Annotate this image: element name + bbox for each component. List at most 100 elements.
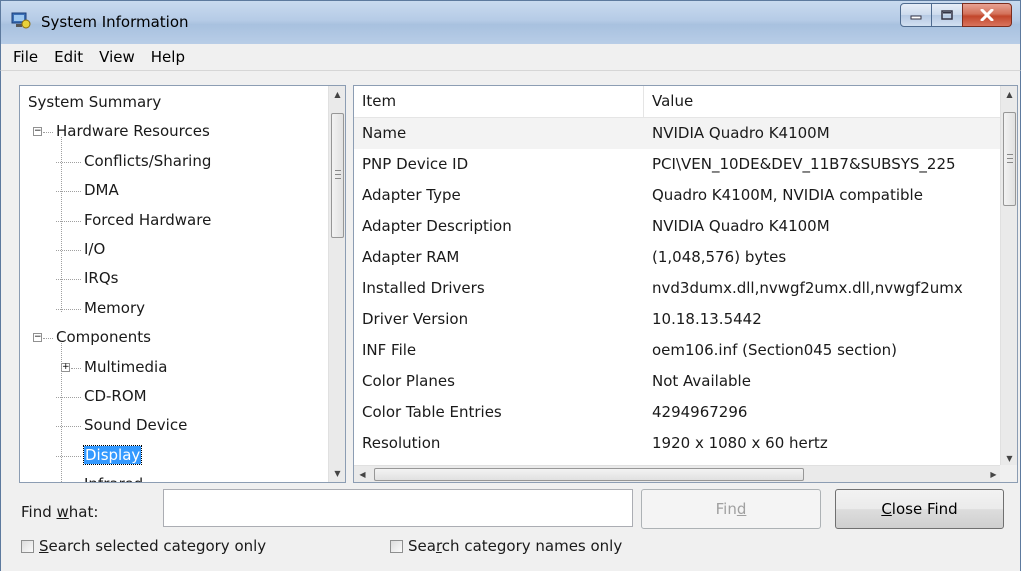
system-information-app-icon — [11, 12, 31, 29]
tree-item-label: Multimedia — [84, 357, 168, 376]
tree-item-label: Memory — [84, 298, 146, 317]
details-vertical-scrollbar[interactable]: ▲ ▼ — [1000, 86, 1017, 467]
detail-item-cell: Adapter Description — [362, 217, 512, 235]
details-horizontal-scrollbar[interactable]: ◀ ▶ — [354, 465, 1002, 482]
collapse-icon[interactable]: − — [33, 127, 42, 137]
tree-item-label: Forced Hardware — [84, 210, 212, 229]
expand-icon[interactable]: + — [61, 362, 70, 372]
detail-item-cell: Name — [362, 124, 407, 142]
search-category-names-option[interactable]: Search category names only — [390, 537, 622, 555]
detail-value-cell: Not Available — [652, 372, 751, 390]
detail-value-cell: 4294967296 — [652, 403, 748, 421]
detail-value-cell: PCI\VEN_10DE&DEV_11B7&SUBSYS_225 — [652, 155, 956, 173]
detail-row[interactable]: Color Planes Not Available — [354, 366, 1002, 397]
detail-value-cell: (1,048,576) bytes — [652, 248, 787, 266]
detail-row[interactable]: Adapter Type Quadro K4100M, NVIDIA compat… — [354, 180, 1002, 211]
detail-value-cell: nvd3dumx.dll,nvwgf2umx.dll,nvwgf2umx — [652, 279, 963, 297]
detail-item-cell: PNP Device ID — [362, 155, 469, 173]
tree-item-i-o[interactable]: I/O — [84, 239, 105, 259]
details-hscroll-thumb[interactable] — [374, 468, 804, 481]
scroll-up-icon[interactable]: ▲ — [1001, 86, 1017, 103]
detail-item-cell: Color Planes — [362, 372, 455, 390]
tree-item-label: DMA — [84, 181, 119, 200]
tree-item-memory[interactable]: Memory — [84, 298, 145, 318]
category-tree[interactable]: System Summary Hardware Resources − Conflic… — [19, 85, 346, 483]
title-bar[interactable]: System Information — [0, 0, 1021, 44]
detail-value-cell: NVIDIA Quadro K4100M — [652, 124, 830, 142]
menu-file[interactable]: File — [5, 48, 46, 66]
tree-item-label: IRQs — [84, 269, 119, 288]
tree-item-label: Hardware Resources — [56, 122, 210, 141]
details-vscroll-thumb[interactable] — [1003, 112, 1016, 206]
tree-item-display[interactable]: Display — [82, 444, 143, 465]
tree-item-cd-rom[interactable]: CD-ROM — [84, 386, 147, 406]
details-list[interactable]: Item Value Name NVIDIA Quadro K4100M PNP D… — [353, 85, 1018, 483]
maximize-icon — [941, 10, 953, 20]
detail-row[interactable]: INF File oem106.inf (Section045 section) — [354, 335, 1002, 366]
close-find-button[interactable]: Close Find — [835, 489, 1004, 529]
search-selected-category-option[interactable]: Search selected category only — [21, 537, 266, 555]
tree-item-system-summary[interactable]: System Summary — [28, 92, 161, 112]
menu-view[interactable]: View — [91, 48, 143, 66]
detail-value-cell: 1920 x 1080 x 60 hertz — [652, 434, 828, 452]
window-title: System Information — [41, 13, 189, 31]
detail-item-cell: Resolution — [362, 434, 441, 452]
detail-item-cell: Adapter RAM — [362, 248, 460, 266]
detail-row[interactable]: Driver Version 10.18.13.5442 — [354, 304, 1002, 335]
tree-scroll-thumb[interactable] — [331, 113, 344, 238]
find-button[interactable]: Fin d — [641, 489, 821, 529]
tree-item-infrared[interactable]: Infrared — [84, 474, 143, 482]
tree-vertical-scrollbar[interactable]: ▲ ▼ — [328, 86, 345, 482]
tree-item-multimedia[interactable]: Multimedia — [84, 357, 167, 377]
tree-item-irqs[interactable]: IRQs — [84, 268, 118, 288]
minimize-button[interactable] — [900, 3, 932, 27]
tree-item-label: I/O — [84, 240, 106, 258]
detail-value-cell: 10.18.13.5442 — [652, 310, 762, 328]
menu-help[interactable]: Help — [143, 48, 193, 66]
detail-row[interactable]: Adapter RAM (1,048,576) bytes — [354, 242, 1002, 273]
tree-item-label: Infrared — [84, 475, 143, 482]
scroll-down-icon[interactable]: ▼ — [329, 465, 345, 482]
menu-edit[interactable]: Edit — [46, 48, 91, 66]
tree-item-label: CD-ROM — [84, 387, 147, 405]
scroll-left-icon[interactable]: ◀ — [354, 466, 371, 482]
tree-item-conflicts-sharing[interactable]: Conflicts/Sharing — [84, 151, 211, 171]
tree-item-hardware-resources[interactable]: Hardware Resources — [56, 121, 210, 141]
close-icon — [980, 9, 994, 21]
main-area: System Summary Hardware Resources − Conflic… — [0, 71, 1021, 571]
tree-item-dma[interactable]: DMA — [84, 180, 119, 200]
search-category-names-checkbox[interactable] — [390, 539, 403, 553]
tree-item-sound-device[interactable]: Sound Device — [84, 415, 187, 435]
menu-bar: File Edit View Help — [0, 44, 1021, 71]
detail-item-cell: INF File — [362, 341, 417, 359]
search-selected-category-checkbox[interactable] — [21, 539, 34, 553]
find-what-label: Find what: — [21, 503, 99, 521]
detail-item-cell: Installed Drivers — [362, 279, 485, 297]
detail-row[interactable]: PNP Device ID PCI\VEN_10DE&DEV_11B7&SUBSY… — [354, 149, 1002, 180]
detail-row[interactable]: Adapter Description NVIDIA Quadro K4100M — [354, 211, 1002, 242]
detail-value-cell: Quadro K4100M, NVIDIA compatible — [652, 186, 923, 204]
tree-item-label: Components — [56, 328, 151, 347]
minimize-icon — [910, 15, 922, 20]
column-header-value[interactable]: Value — [644, 86, 1004, 117]
tree-item-label: System Summary — [28, 93, 162, 111]
tree-item-label: Display — [82, 444, 143, 465]
tree-item-components[interactable]: Components — [56, 327, 151, 347]
detail-item-cell: Adapter Type — [362, 186, 461, 204]
detail-row[interactable]: Name NVIDIA Quadro K4100M — [354, 118, 1002, 149]
detail-value-cell: oem106.inf (Section045 section) — [652, 341, 897, 359]
detail-row[interactable]: Installed Drivers nvd3dumx.dll,nvwgf2umx.… — [354, 273, 1002, 304]
column-header-item[interactable]: Item — [354, 86, 644, 117]
detail-item-cell: Color Table Entries — [362, 403, 502, 421]
close-button[interactable] — [962, 3, 1012, 27]
detail-row[interactable]: Resolution 1920 x 1080 x 60 hertz — [354, 428, 1002, 459]
maximize-button[interactable] — [932, 3, 962, 27]
scroll-up-icon[interactable]: ▲ — [329, 86, 345, 103]
find-what-input[interactable] — [163, 489, 633, 527]
detail-value-cell: NVIDIA Quadro K4100M — [652, 217, 830, 235]
collapse-icon[interactable]: − — [33, 333, 42, 343]
search-category-names-label: Search category names only — [408, 537, 623, 555]
detail-item-cell: Driver Version — [362, 310, 469, 328]
tree-item-forced-hardware[interactable]: Forced Hardware — [84, 210, 211, 230]
detail-row[interactable]: Color Table Entries 4294967296 — [354, 397, 1002, 428]
